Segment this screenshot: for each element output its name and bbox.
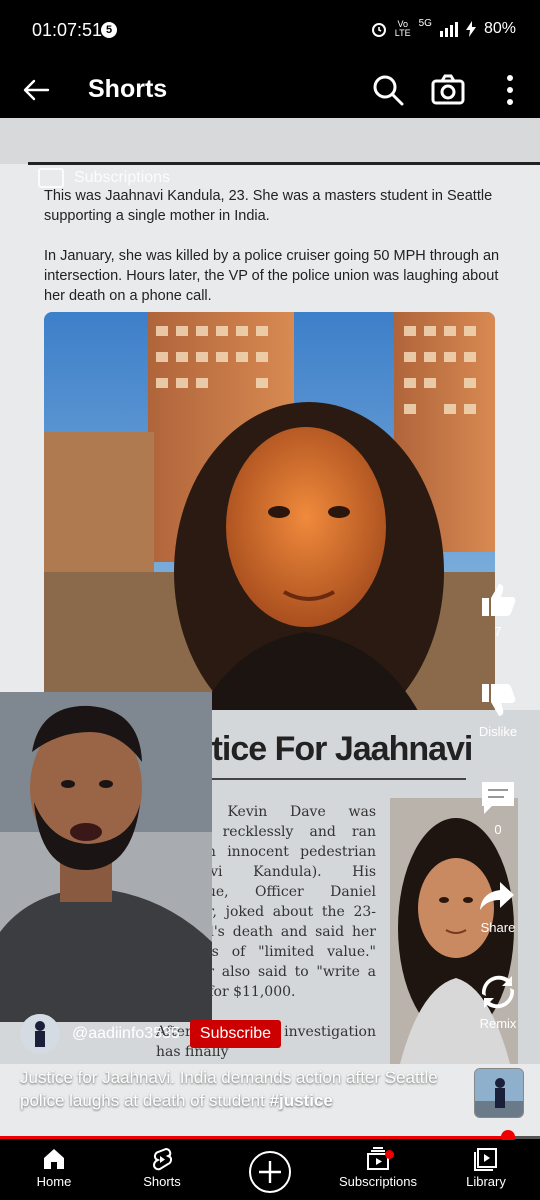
battery-percent: 80% — [483, 20, 516, 37]
nav-subscriptions[interactable]: Subscriptions — [333, 1146, 423, 1189]
nav-create[interactable] — [225, 1150, 315, 1196]
shorts-icon — [152, 1147, 173, 1171]
subscribe-button[interactable]: Subscribe — [189, 1020, 282, 1048]
presenter-video — [0, 692, 212, 1022]
nav-home[interactable]: Home — [9, 1146, 99, 1189]
like-count: 7 — [494, 624, 502, 639]
signal-bars-icon — [439, 22, 458, 37]
dislike-label: Dislike — [478, 724, 518, 739]
signal-5g: 5G — [418, 17, 432, 29]
channel-row: @aadiinfo3535 Subscribe — [20, 1012, 282, 1056]
channel-handle[interactable]: @aadiinfo3535 — [72, 1025, 180, 1043]
share-action[interactable]: Share — [458, 876, 538, 935]
camera-icon[interactable] — [430, 72, 466, 108]
comment-icon — [482, 782, 514, 814]
charging-icon — [465, 21, 476, 37]
status-icons: Vo LTE 5G 80% — [371, 17, 516, 38]
remix-action[interactable]: Remix — [458, 972, 538, 1031]
subscriptions-ghost-label: Subscriptions — [38, 168, 170, 188]
short-video-player[interactable]: Subscriptions This was Jaahnavi Kandula,… — [0, 118, 540, 1138]
new-content-dot — [385, 1150, 394, 1159]
shorts-header: Shorts — [0, 62, 540, 118]
status-time: 01:07:51 — [32, 20, 103, 40]
home-icon — [44, 1149, 64, 1169]
search-icon[interactable] — [370, 72, 406, 108]
like-action[interactable]: 7 — [458, 580, 538, 639]
victim-photo — [44, 312, 495, 722]
back-arrow-icon[interactable] — [20, 74, 52, 106]
progress-fill — [0, 1136, 508, 1139]
avatar[interactable] — [20, 1014, 60, 1054]
sound-thumbnail[interactable] — [474, 1068, 524, 1118]
notification-count-badge: 5 — [101, 22, 117, 38]
alarm-icon — [371, 23, 386, 37]
dislike-action[interactable]: Dislike — [458, 680, 538, 739]
comment-count: 0 — [494, 822, 502, 837]
presenter-illustration — [0, 692, 212, 1022]
remix-icon — [481, 975, 515, 1009]
network-type: Vo LTE — [394, 19, 411, 38]
page-title: Shorts — [88, 75, 168, 103]
video-top-band — [0, 118, 540, 164]
create-plus-icon — [249, 1151, 291, 1193]
share-label: Share — [480, 920, 516, 935]
video-divider — [28, 162, 540, 165]
comments-action[interactable]: 0 — [458, 778, 538, 837]
library-icon — [474, 1148, 497, 1171]
bottom-navigation: Home Shorts Subscriptions Library — [0, 1140, 540, 1200]
video-caption[interactable]: Justice for Jaahnavi. India demands acti… — [20, 1066, 460, 1112]
nav-shorts[interactable]: Shorts — [117, 1146, 207, 1189]
avatar-illustration — [20, 1014, 60, 1054]
nav-library[interactable]: Library — [441, 1146, 531, 1189]
article-paragraph-2: In January, she was killed by a police c… — [44, 248, 500, 304]
subscriptions-icon — [38, 168, 64, 188]
more-options-icon[interactable] — [492, 72, 528, 108]
sound-thumbnail-illustration — [475, 1069, 523, 1117]
photo-illustration — [44, 312, 495, 722]
thumbs-up-icon — [482, 584, 516, 616]
status-bar: 01:07:51 5 Vo LTE 5G 80% — [0, 0, 540, 62]
share-icon — [480, 882, 514, 910]
thumbs-down-icon — [482, 684, 516, 716]
article-paragraph-1: This was Jaahnavi Kandula, 23. She was a… — [44, 188, 493, 224]
remix-label: Remix — [479, 1016, 517, 1031]
hashtag-link[interactable]: #justice — [270, 1091, 333, 1110]
